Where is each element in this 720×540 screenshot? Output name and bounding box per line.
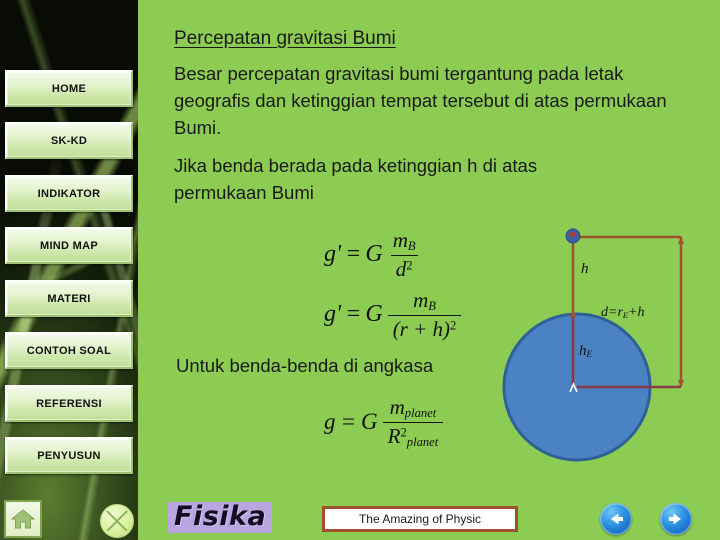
formula-equals: = (340, 409, 357, 435)
label-distance-text: d=r (601, 305, 623, 320)
sidebar-item-home[interactable]: HOME (5, 70, 133, 107)
formula-denominator: R2planet (382, 421, 444, 450)
denominator-superscript: 2 (406, 258, 413, 273)
denominator-subscript: planet (406, 434, 439, 449)
formula-fraction: mB (r + h)2 (387, 288, 462, 342)
label-earth-radius-text: h (579, 343, 587, 359)
sidebar-item-label: MATERI (47, 292, 91, 305)
numerator-subscript: B (428, 298, 436, 313)
sidebar-item-label: INDIKATOR (37, 187, 101, 200)
formula-constant: G (361, 409, 378, 435)
sidebar-item-label: HOME (51, 82, 87, 95)
formula-fraction: mplanet R2planet (382, 395, 444, 450)
sidebar-item-indikator[interactable]: INDIKATOR (5, 175, 133, 212)
formula-numerator: mplanet (385, 395, 442, 422)
formula-g-prime-rh: g' = G mB (r + h)2 (324, 288, 462, 342)
numerator-subscript: B (407, 238, 416, 253)
label-distance-tail: +h (628, 305, 645, 320)
nav-back-button[interactable] (600, 503, 632, 535)
numerator-subscript: planet (404, 405, 437, 420)
caption-box: The Amazing of Physic (322, 506, 518, 532)
formula-constant: G (365, 301, 383, 328)
page-title: Percepatan gravitasi Bumi (174, 28, 396, 49)
denominator-symbol: (r + h) (392, 316, 451, 341)
sidebar-item-label: MIND MAP (39, 239, 98, 252)
denominator-symbol: d (395, 256, 407, 281)
sidebar-navigation: HOME SK-KD INDIKATOR MIND MAP MATERI CON… (0, 0, 138, 540)
formula-lhs: g' (324, 301, 342, 328)
sidebar-item-penyusun[interactable]: PENYUSUN (5, 437, 133, 474)
numerator-symbol: m (413, 288, 429, 312)
sidebar-item-label: SK-KD (50, 134, 88, 147)
label-earth-radius-subscript: E (586, 348, 593, 359)
circle-x-icon[interactable] (100, 504, 134, 538)
formula-g-prime-d: g' = G mB d2 (324, 228, 421, 282)
nav-forward-button[interactable] (660, 503, 692, 535)
label-earth-radius: hE (579, 343, 592, 360)
formula-denominator: (r + h)2 (387, 314, 462, 342)
formula-lhs: g (324, 409, 336, 435)
sidebar-item-label: REFERENSI (36, 397, 102, 410)
formula-numerator: mB (408, 288, 441, 315)
formula-lhs: g' (324, 241, 342, 268)
slide-content: Percepatan gravitasi Bumi Besar percepat… (138, 0, 720, 540)
denominator-symbol: R (387, 423, 401, 448)
sidebar-item-sk-kd[interactable]: SK-KD (5, 122, 133, 159)
sidebar-item-label: CONTOH SOAL (26, 344, 112, 357)
sidebar-item-label: PENYUSUN (37, 449, 101, 462)
label-height: h (581, 261, 589, 278)
formula-denominator: d2 (390, 254, 418, 282)
sidebar-item-referensi[interactable]: REFERENSI (5, 385, 133, 422)
caption-text: The Amazing of Physic (358, 512, 482, 526)
label-distance: d=rE+h (601, 305, 644, 321)
home-icon[interactable] (4, 500, 42, 538)
body-paragraph-2: Jika benda berada pada ketinggian h di a… (174, 155, 538, 204)
home-glyph (11, 509, 35, 529)
numerator-symbol: m (389, 395, 405, 419)
space-objects-text: Untuk benda-benda di angkasa (176, 355, 434, 376)
arrow-right-icon (669, 513, 681, 525)
body-paragraph-1: Besar percepatan gravitasi bumi tergantu… (174, 63, 667, 139)
formula-fraction: mB d2 (388, 228, 421, 282)
formula-numerator: mB (388, 228, 421, 255)
formula-g-planet: g = G mplanet R2planet (324, 395, 444, 450)
fisika-logo: Fisika (168, 502, 273, 533)
arrow-left-icon (611, 513, 623, 525)
sidebar-item-contoh-soal[interactable]: CONTOH SOAL (5, 332, 133, 369)
formula-constant: G (365, 241, 383, 268)
denominator-superscript: 2 (450, 318, 457, 333)
presentation-slide: HOME SK-KD INDIKATOR MIND MAP MATERI CON… (0, 0, 720, 540)
sidebar-item-materi[interactable]: MATERI (5, 280, 133, 317)
label-height-text: h (581, 261, 589, 277)
numerator-symbol: m (392, 228, 408, 252)
sidebar-item-mind-map[interactable]: MIND MAP (5, 227, 133, 264)
formula-equals: = (345, 301, 362, 328)
formula-equals: = (345, 241, 362, 268)
